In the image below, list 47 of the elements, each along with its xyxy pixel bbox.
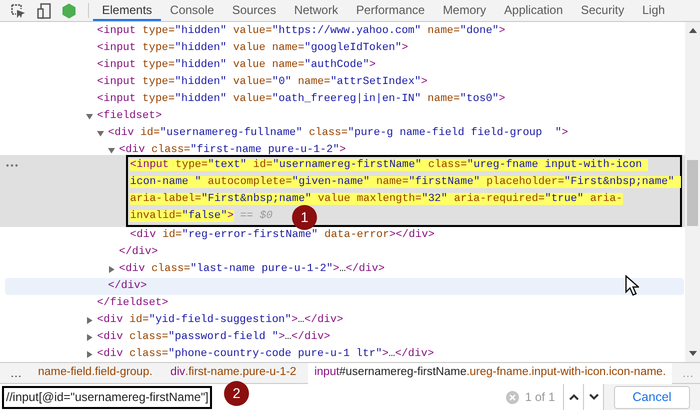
code-line[interactable]: <div id="usernamereg-fullname" class="pure-g name-field field-group ">	[108, 125, 568, 142]
breadcrumb[interactable]: name-field.field-group.	[32, 362, 158, 384]
code-line[interactable]: <fieldset>	[97, 108, 162, 125]
code-line[interactable]: <input type="hidden" value="0" name="attrSetIndex">	[97, 74, 428, 91]
match-count: 1 of 1	[524, 389, 555, 406]
inspect-icon[interactable]	[10, 2, 26, 18]
code-line[interactable]: </div>	[119, 244, 158, 261]
device-icon[interactable]	[37, 2, 51, 18]
tab[interactable]: Elements	[93, 0, 162, 21]
tab[interactable]: Security	[572, 0, 634, 21]
code-line[interactable]: <input type="hidden" value="https://www.yahoo.com" name="done">	[97, 23, 506, 40]
code-line[interactable]: </fieldset>	[97, 295, 168, 312]
scroll-down-icon[interactable]	[688, 351, 696, 356]
collapsed-caret-icon[interactable]	[108, 266, 115, 273]
tab[interactable]: Network	[285, 0, 348, 21]
mouse-cursor-icon	[625, 275, 639, 296]
cancel-button[interactable]: Cancel	[614, 386, 690, 408]
code-line[interactable]: <input type="hidden" value name="googleIdToken">	[97, 40, 408, 57]
code-line[interactable]: <div class="password-field ">…</div>	[97, 329, 330, 346]
more-icon[interactable]	[6, 164, 18, 167]
tab[interactable]: Sources	[223, 0, 286, 21]
breadcrumb[interactable]: div.first-name.pure-u-1-2	[164, 362, 302, 384]
code-line[interactable]: <input type="hidden" value name="authCode">	[97, 57, 376, 74]
code-line[interactable]: <div id="reg-error-firstName" data-error></div>	[130, 227, 435, 244]
collapsed-caret-icon[interactable]	[86, 317, 93, 324]
up-chevron-icon	[568, 394, 578, 400]
code-line[interactable]: <div class="last-name pure-u-1-2">…</div>	[119, 261, 385, 278]
expanded-caret-icon[interactable]	[86, 113, 93, 120]
code-line[interactable]: <div class="phone-country-code pure-u-1 ltr">…</div>	[97, 346, 434, 362]
tab[interactable]: Application	[495, 0, 572, 21]
scrollbar[interactable]	[685, 22, 700, 362]
code-line[interactable]: <div id="yid-field-suggestion">…</div>	[97, 312, 344, 329]
collapsed-caret-icon[interactable]	[86, 351, 93, 358]
tab[interactable]: Performance	[347, 0, 434, 21]
breadcrumb[interactable]: input#usernamereg-firstName.ureg-fname.input-with-icon.icon-name.	[308, 362, 672, 384]
tab[interactable]: Console	[161, 0, 224, 21]
expanded-caret-icon[interactable]	[97, 130, 104, 137]
search-field[interactable]: //input[@id="usernamereg-firstName"]	[2, 386, 212, 408]
breadcrumb-overflow[interactable]: …	[0, 364, 32, 382]
code-line[interactable]: </div>	[108, 278, 147, 295]
tab[interactable]: Memory	[434, 0, 496, 21]
code-line[interactable]: <input type="hidden" value="oath_freereg|in|en-IN" name="tos0">	[97, 91, 506, 108]
scrollbar-thumb[interactable]	[687, 160, 698, 226]
tab[interactable]: Ligh	[633, 0, 674, 21]
scroll-up-icon[interactable]	[688, 28, 696, 33]
collapsed-caret-icon[interactable]	[86, 334, 93, 341]
down-chevron-icon	[588, 394, 598, 400]
